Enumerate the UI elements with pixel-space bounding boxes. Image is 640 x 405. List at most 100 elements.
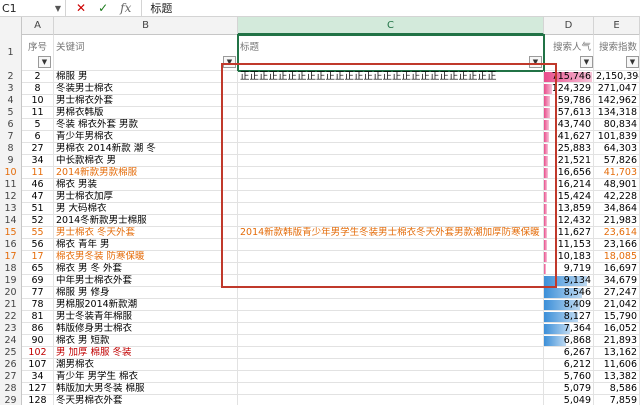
cell-b[interactable]: 青少年 男学生 棉衣	[54, 371, 238, 383]
cell-c[interactable]	[238, 287, 544, 299]
insert-function-icon[interactable]: fx	[120, 1, 131, 15]
cell-a[interactable]: 34	[22, 371, 54, 383]
cell-b[interactable]: 男棉衣韩版	[54, 107, 238, 119]
cell-b[interactable]: 男士棉衣 冬天外套	[54, 227, 238, 239]
cell-d[interactable]: 5,760	[544, 371, 594, 383]
column-header-a[interactable]: A	[22, 17, 54, 35]
cell-e[interactable]: 48,901	[594, 179, 640, 191]
row-header[interactable]: 9	[0, 155, 22, 167]
filter-dropdown-d-icon[interactable]: ▼	[580, 56, 593, 68]
cell-e[interactable]: 21,893	[594, 335, 640, 347]
cell-e[interactable]: 271,047	[594, 83, 640, 95]
cell-e[interactable]: 80,834	[594, 119, 640, 131]
cell-b[interactable]: 男棉衣 2014新款 潮 冬	[54, 143, 238, 155]
header-cell-b[interactable]: 关键词	[54, 35, 238, 71]
cell-a[interactable]: 5	[22, 119, 54, 131]
row-header[interactable]: 23	[0, 323, 22, 335]
row-header[interactable]: 3	[0, 83, 22, 95]
cell-a[interactable]: 107	[22, 359, 54, 371]
select-all-corner[interactable]	[0, 17, 22, 35]
cell-a[interactable]: 46	[22, 179, 54, 191]
cell-b[interactable]: 男棉服2014新款潮	[54, 299, 238, 311]
row-header[interactable]: 2	[0, 71, 22, 83]
cell-b[interactable]: 男 大码棉衣	[54, 203, 238, 215]
row-header[interactable]: 4	[0, 95, 22, 107]
cell-a[interactable]: 2	[22, 71, 54, 83]
cell-a[interactable]: 8	[22, 83, 54, 95]
cell-b[interactable]: 韩版修身男士棉衣	[54, 323, 238, 335]
cell-b[interactable]: 男士棉衣加厚	[54, 191, 238, 203]
cell-c[interactable]	[238, 371, 544, 383]
cell-a[interactable]: 6	[22, 131, 54, 143]
cell-e[interactable]: 7,859	[594, 395, 640, 405]
cell-d[interactable]: 5,049	[544, 395, 594, 405]
column-header-c[interactable]: C	[238, 17, 544, 35]
row-header[interactable]: 17	[0, 251, 22, 263]
row-header[interactable]: 12	[0, 191, 22, 203]
cell-e[interactable]: 64,303	[594, 143, 640, 155]
cell-a[interactable]: 127	[22, 383, 54, 395]
cell-e[interactable]: 134,318	[594, 107, 640, 119]
cell-b[interactable]: 冬装 棉衣外套 男款	[54, 119, 238, 131]
cell-b[interactable]: 冬天男棉衣外套	[54, 395, 238, 405]
cell-b[interactable]: 棉服 男	[54, 71, 238, 83]
cell-b[interactable]: 棉衣 男 冬 外套	[54, 263, 238, 275]
cell-a[interactable]: 17	[22, 251, 54, 263]
cell-d[interactable]: 7,364	[544, 323, 594, 335]
cell-c[interactable]	[238, 383, 544, 395]
cell-a[interactable]: 86	[22, 323, 54, 335]
cell-c[interactable]	[238, 347, 544, 359]
cell-a[interactable]: 11	[22, 107, 54, 119]
cell-b[interactable]: 棉衣 男 短款	[54, 335, 238, 347]
cell-e[interactable]: 21,042	[594, 299, 640, 311]
cell-e[interactable]: 27,247	[594, 287, 640, 299]
row-header[interactable]: 13	[0, 203, 22, 215]
cell-e[interactable]: 142,962	[594, 95, 640, 107]
row-header[interactable]: 8	[0, 143, 22, 155]
cell-c[interactable]	[238, 299, 544, 311]
cell-e[interactable]: 16,697	[594, 263, 640, 275]
cell-b[interactable]: 冬装男士棉衣	[54, 83, 238, 95]
cell-a[interactable]: 128	[22, 395, 54, 405]
row-header[interactable]: 7	[0, 131, 22, 143]
cell-b[interactable]: 男士冬装青年棉服	[54, 311, 238, 323]
chevron-down-icon[interactable]: ▼	[55, 0, 61, 17]
row-header[interactable]: 14	[0, 215, 22, 227]
cell-e[interactable]: 41,703	[594, 167, 640, 179]
row-header[interactable]: 24	[0, 335, 22, 347]
row-header[interactable]: 15	[0, 227, 22, 239]
cell-e[interactable]: 15,790	[594, 311, 640, 323]
cell-b[interactable]: 中年男士棉衣外套	[54, 275, 238, 287]
enter-icon[interactable]: ✓	[98, 1, 108, 15]
cell-b[interactable]: 2014新款男款棉服	[54, 167, 238, 179]
cell-e[interactable]: 18,085	[594, 251, 640, 263]
cell-e[interactable]: 21,983	[594, 215, 640, 227]
cell-e[interactable]: 34,679	[594, 275, 640, 287]
row-header[interactable]: 19	[0, 275, 22, 287]
cell-a[interactable]: 34	[22, 155, 54, 167]
row-header[interactable]: 21	[0, 299, 22, 311]
cell-c[interactable]	[238, 323, 544, 335]
cell-e[interactable]: 11,606	[594, 359, 640, 371]
cell-b[interactable]: 棉衣 青年 男	[54, 239, 238, 251]
cell-b[interactable]: 韩版加大男冬装 棉服	[54, 383, 238, 395]
cell-b[interactable]: 棉服 男 修身	[54, 287, 238, 299]
cell-c[interactable]	[238, 311, 544, 323]
cell-e[interactable]: 16,052	[594, 323, 640, 335]
cell-e[interactable]: 34,864	[594, 203, 640, 215]
cell-a[interactable]: 51	[22, 203, 54, 215]
row-header[interactable]: 18	[0, 263, 22, 275]
column-header-d[interactable]: D	[544, 17, 594, 35]
row-header[interactable]: 11	[0, 179, 22, 191]
cell-b[interactable]: 男 加厚 棉服 冬装	[54, 347, 238, 359]
cell-e[interactable]: 13,382	[594, 371, 640, 383]
cell-e[interactable]: 42,228	[594, 191, 640, 203]
cell-a[interactable]: 78	[22, 299, 54, 311]
row-header[interactable]: 16	[0, 239, 22, 251]
cell-b[interactable]: 2014冬新款男士棉服	[54, 215, 238, 227]
cancel-icon[interactable]: ✕	[76, 1, 86, 15]
cell-c[interactable]	[238, 335, 544, 347]
formula-input[interactable]: 标题	[142, 0, 172, 16]
cell-e[interactable]: 8,586	[594, 383, 640, 395]
filter-dropdown-a-icon[interactable]: ▼	[38, 56, 51, 68]
